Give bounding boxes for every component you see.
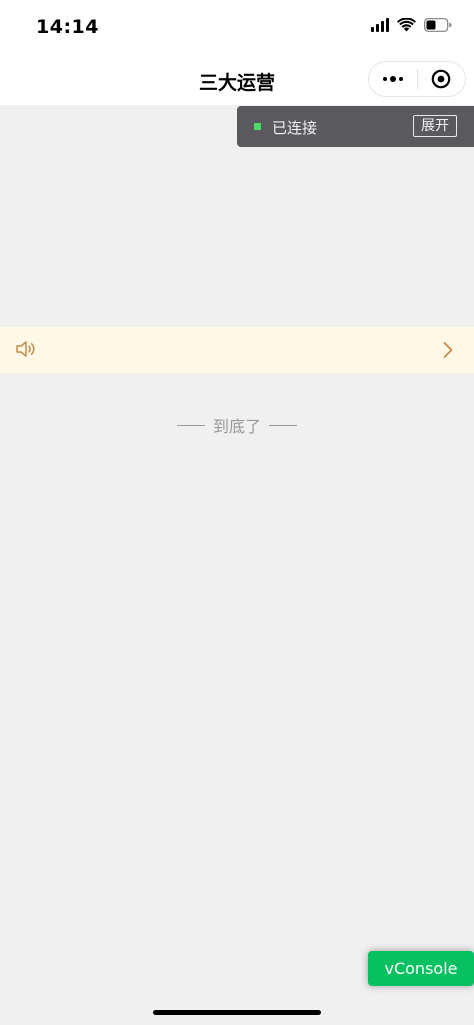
speaker-icon	[15, 340, 37, 362]
mini-program-page: 14:14 三大运营 已连接 展开 到底了 vConsole	[0, 0, 474, 1025]
connection-status-text: 已连接	[272, 119, 318, 137]
vconsole-button[interactable]: vConsole	[368, 951, 474, 986]
connection-panel: 已连接 展开	[237, 106, 474, 147]
hint-divider-right	[269, 424, 297, 426]
end-hint-text: 到底了	[212, 417, 261, 436]
hint-divider-left	[176, 424, 205, 426]
notice-bar[interactable]	[0, 327, 474, 373]
chevron-right-icon	[442, 341, 454, 363]
target-close-icon[interactable]	[417, 62, 465, 96]
more-dots-icon[interactable]	[369, 62, 417, 96]
capsule-menu	[368, 61, 466, 97]
status-time: 14:14	[36, 16, 99, 38]
status-bar: 14:14	[0, 0, 474, 56]
battery-icon	[424, 18, 452, 32]
wifi-icon	[397, 18, 416, 32]
nav-bar: 三大运营	[0, 56, 474, 105]
connection-status-dot	[254, 123, 261, 130]
home-indicator	[153, 1010, 321, 1015]
signal-icon	[371, 18, 389, 32]
end-of-list-hint: 到底了	[0, 413, 474, 437]
status-icons	[371, 18, 452, 32]
expand-button[interactable]: 展开	[413, 115, 457, 137]
